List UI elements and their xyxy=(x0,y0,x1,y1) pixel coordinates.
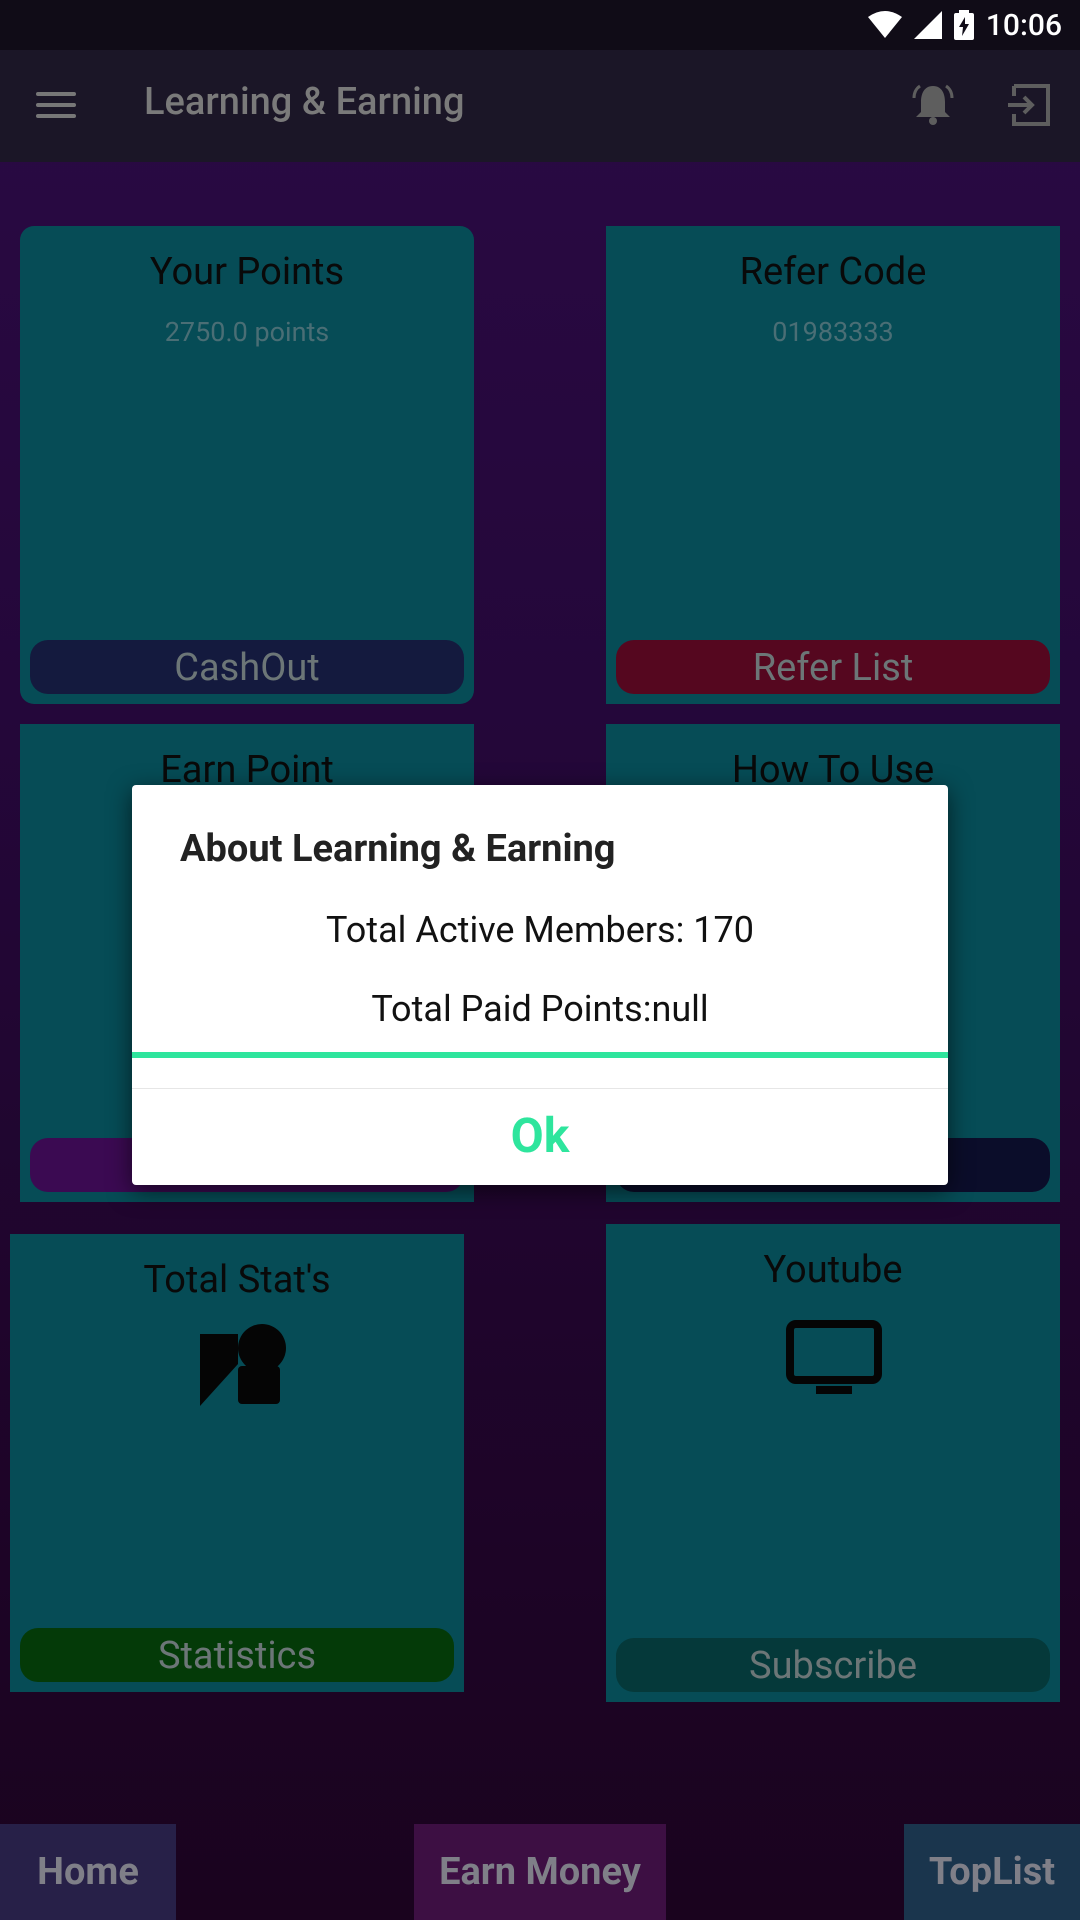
paid-points-text: Total Paid Points:null xyxy=(371,988,709,1030)
dialog-accent-bar xyxy=(132,1052,948,1058)
dialog-title: About Learning & Earning xyxy=(180,827,616,871)
dialog-divider xyxy=(132,1088,948,1089)
active-members-text: Total Active Members: 170 xyxy=(326,909,754,951)
ok-button[interactable]: Ok xyxy=(132,1107,948,1164)
about-dialog: About Learning & Earning Total Active Me… xyxy=(132,785,948,1185)
